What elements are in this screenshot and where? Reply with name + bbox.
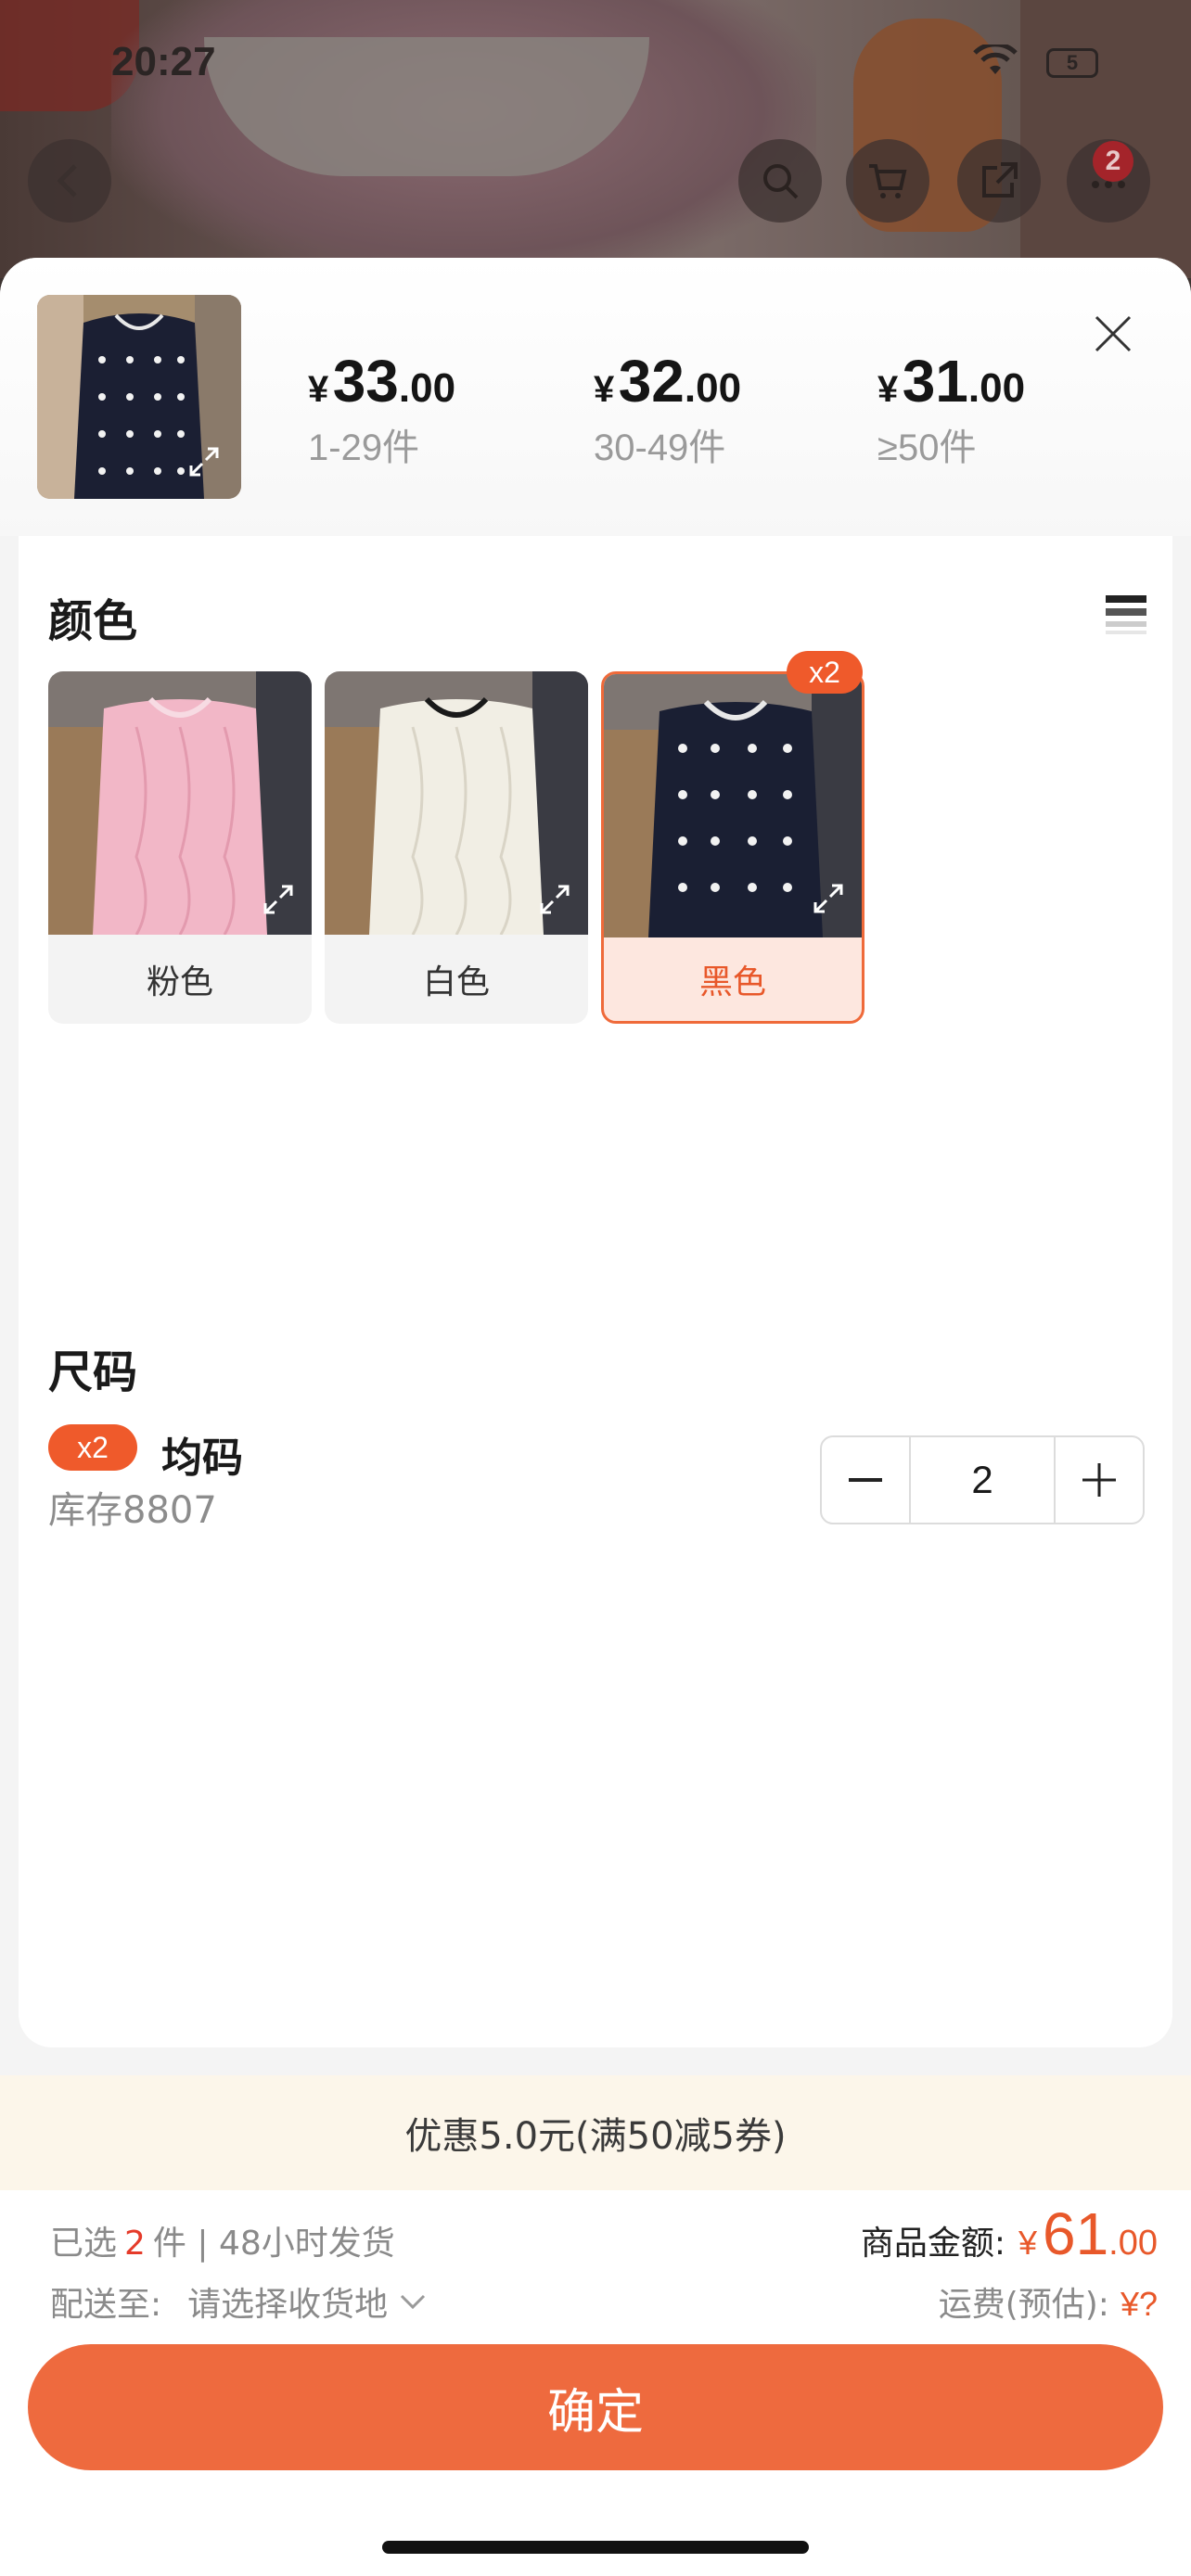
sku-selector-sheet: ¥ 33.00 1-29件 ¥ 32.00 30-49件 ¥ 31.00 ≥50… — [0, 258, 1191, 2576]
home-indicator — [382, 2541, 809, 2554]
chevron-down-icon — [401, 2294, 426, 2310]
shipping-address-selector[interactable]: 配送至: 请选择收货地 — [50, 2277, 427, 2326]
price-tier-range: 1-29件 — [308, 427, 420, 468]
freight-estimate: 运费(预估): ¥? — [938, 2285, 1158, 2324]
color-option-image — [325, 671, 588, 935]
options-card: 颜色 粉色 白色 黑色 x2 尺码 x2 均码 库存8807 2 — [19, 536, 1172, 2047]
price-tier-1: ¥ 33.00 1-29件 — [308, 347, 455, 471]
size-name: 均码 — [161, 1435, 243, 1482]
sheet-header: ¥ 33.00 1-29件 ¥ 32.00 30-49件 ¥ 31.00 ≥50… — [0, 258, 1191, 536]
back-button[interactable] — [28, 139, 111, 223]
expand-icon[interactable] — [260, 881, 297, 918]
color-option-pink[interactable]: 粉色 — [48, 671, 312, 1024]
close-button[interactable] — [1085, 306, 1141, 362]
product-thumbnail[interactable] — [37, 295, 241, 499]
color-option-black[interactable]: 黑色 — [601, 671, 864, 1024]
promo-banner: 优惠5.0元(满50减5券) — [0, 2075, 1191, 2190]
selected-quantity-badge: x2 — [787, 651, 863, 694]
cart-button[interactable] — [846, 139, 929, 223]
expand-icon — [189, 447, 219, 477]
expand-icon[interactable] — [810, 880, 847, 917]
cart-icon — [869, 164, 907, 198]
size-section-title: 尺码 — [48, 1346, 138, 1398]
price-tier-range: 30-49件 — [594, 427, 726, 468]
product-background: 20:27 5 — [0, 0, 1191, 278]
color-option-label: 黑色 — [698, 963, 766, 1001]
color-section-title: 颜色 — [48, 595, 138, 647]
wifi-icon — [973, 45, 1018, 74]
ship-label: 配送至: — [50, 2286, 162, 2324]
search-icon — [763, 164, 799, 199]
cart-badge: 2 — [1093, 141, 1133, 182]
price-tier-3: ¥ 31.00 ≥50件 — [877, 347, 1025, 471]
expand-icon[interactable] — [536, 881, 573, 918]
battery-icon: 5 — [1046, 48, 1098, 78]
minus-icon — [849, 1478, 882, 1482]
decrease-button[interactable] — [822, 1437, 909, 1523]
confirm-button[interactable]: 确定 — [28, 2344, 1163, 2470]
size-quantity-badge: x2 — [48, 1424, 137, 1471]
share-icon — [982, 162, 1018, 198]
plus-icon — [1082, 1463, 1116, 1497]
quantity-input[interactable]: 2 — [909, 1437, 1056, 1523]
quantity-stepper: 2 — [820, 1435, 1145, 1524]
color-option-image — [604, 674, 862, 937]
price-tier-range: ≥50件 — [877, 427, 977, 468]
price-tier-2: ¥ 32.00 30-49件 — [594, 347, 741, 471]
increase-button[interactable] — [1056, 1437, 1143, 1523]
stock-count: 库存8807 — [48, 1489, 217, 1532]
close-icon — [1095, 315, 1132, 352]
share-button[interactable] — [957, 139, 1041, 223]
selected-count: 2 — [124, 2225, 146, 2263]
back-arrow-icon — [57, 164, 77, 198]
list-view-icon[interactable] — [1102, 590, 1150, 638]
search-button[interactable] — [738, 139, 822, 223]
selected-summary: 已选 2 件 | 48小时发货 — [50, 2225, 395, 2263]
color-option-label: 白色 — [422, 963, 490, 1001]
color-option-label: 粉色 — [146, 963, 213, 1001]
ship-placeholder: 请选择收货地 — [187, 2286, 389, 2324]
background-collar — [204, 37, 649, 176]
status-time: 20:27 — [111, 39, 216, 84]
color-option-white[interactable]: 白色 — [325, 671, 588, 1024]
product-amount: 商品金额: ¥61.00 — [860, 2200, 1158, 2267]
color-option-image — [48, 671, 312, 935]
